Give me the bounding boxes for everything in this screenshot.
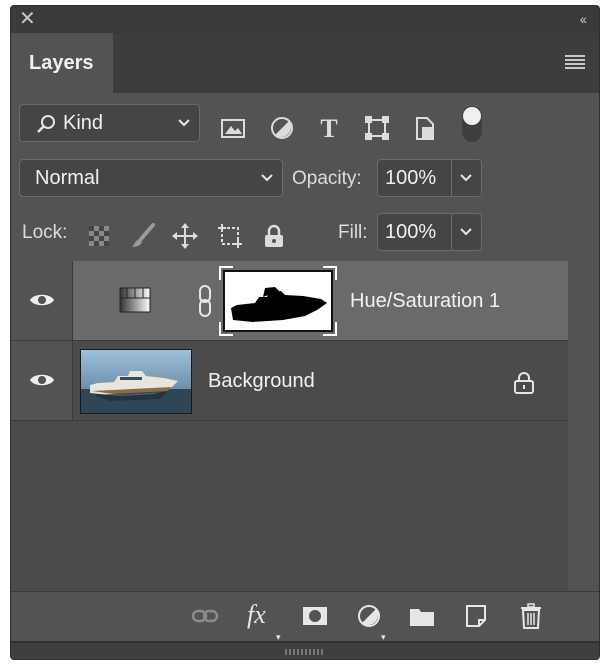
layers-list: Hue/Saturation 1 Backgr [11,261,568,591]
opacity-label: Opacity: [292,168,362,190]
fill-field[interactable]: 100% [377,213,482,251]
shape-filter-icon[interactable] [363,114,391,142]
panel-titlebar: ✕ ‹‹ [11,6,599,33]
resize-grip[interactable] [11,641,599,660]
tab-layers[interactable]: Layers [11,33,113,93]
chevron-down-icon [260,173,274,183]
chevron-down-icon[interactable] [459,173,473,183]
eye-icon [29,371,55,389]
background-thumbnail[interactable] [80,349,192,414]
layer-name: Hue/Saturation 1 [350,290,500,313]
layer-row-hue-saturation[interactable]: Hue/Saturation 1 [11,261,568,341]
kind-filter-label: Kind [63,112,103,135]
mask-link-icon[interactable] [197,284,213,318]
trash-icon[interactable] [517,602,545,630]
filter-toggle-icon[interactable] [462,106,482,142]
eye-icon [29,291,55,309]
adjustment-icon[interactable] [355,602,383,630]
type-filter-icon[interactable]: T [315,114,343,142]
lock-transparent-pixels-icon[interactable] [85,222,113,250]
chevron-down-icon[interactable] [459,227,473,237]
fx-icon[interactable]: fx [247,600,266,630]
fill-label: Fill: [338,222,368,244]
fill-value[interactable]: 100% [385,221,436,244]
new-layer-icon[interactable] [462,602,490,630]
panel-menu-icon[interactable] [565,55,585,69]
lock-image-pixels-icon[interactable] [129,222,157,250]
visibility-toggle[interactable] [11,341,73,420]
svg-text:T: T [320,114,337,142]
lock-label: Lock: [22,222,67,244]
link-layers-icon[interactable] [191,602,219,630]
image-filter-icon[interactable] [219,114,247,142]
layer-row-background[interactable]: Background [11,341,568,421]
mask-icon[interactable] [301,602,329,630]
layer-lock-icon [513,371,535,395]
layer-name: Background [208,370,315,393]
adjustment-layer-icon [119,287,151,313]
tab-row: Layers [11,33,599,93]
close-icon[interactable]: ✕ [19,9,36,29]
lock-artboards-icon[interactable] [216,222,244,250]
blend-mode-select[interactable]: Normal [19,159,283,197]
tab-layers-label: Layers [29,52,94,75]
group-icon[interactable] [408,602,436,630]
adjustment-filter-icon[interactable] [268,114,296,142]
collapse-icon[interactable]: ‹‹ [580,11,585,27]
search-icon [36,114,56,134]
opacity-field[interactable]: 100% [377,159,482,197]
blend-mode-value: Normal [35,167,99,190]
layer-mask-thumbnail[interactable] [219,266,337,336]
lock-position-icon[interactable] [171,222,199,250]
opacity-value[interactable]: 100% [385,167,436,190]
layers-panel: ✕ ‹‹ Layers Kind T [10,5,600,660]
smart-object-filter-icon[interactable] [411,114,439,142]
lock-all-icon[interactable] [260,222,288,250]
bottom-toolbar: fx ▾ ▾ [11,591,599,641]
visibility-toggle[interactable] [11,261,73,340]
kind-filter-select[interactable]: Kind [19,104,200,142]
chevron-down-icon [177,118,191,128]
scrollbar-track[interactable] [568,261,599,591]
